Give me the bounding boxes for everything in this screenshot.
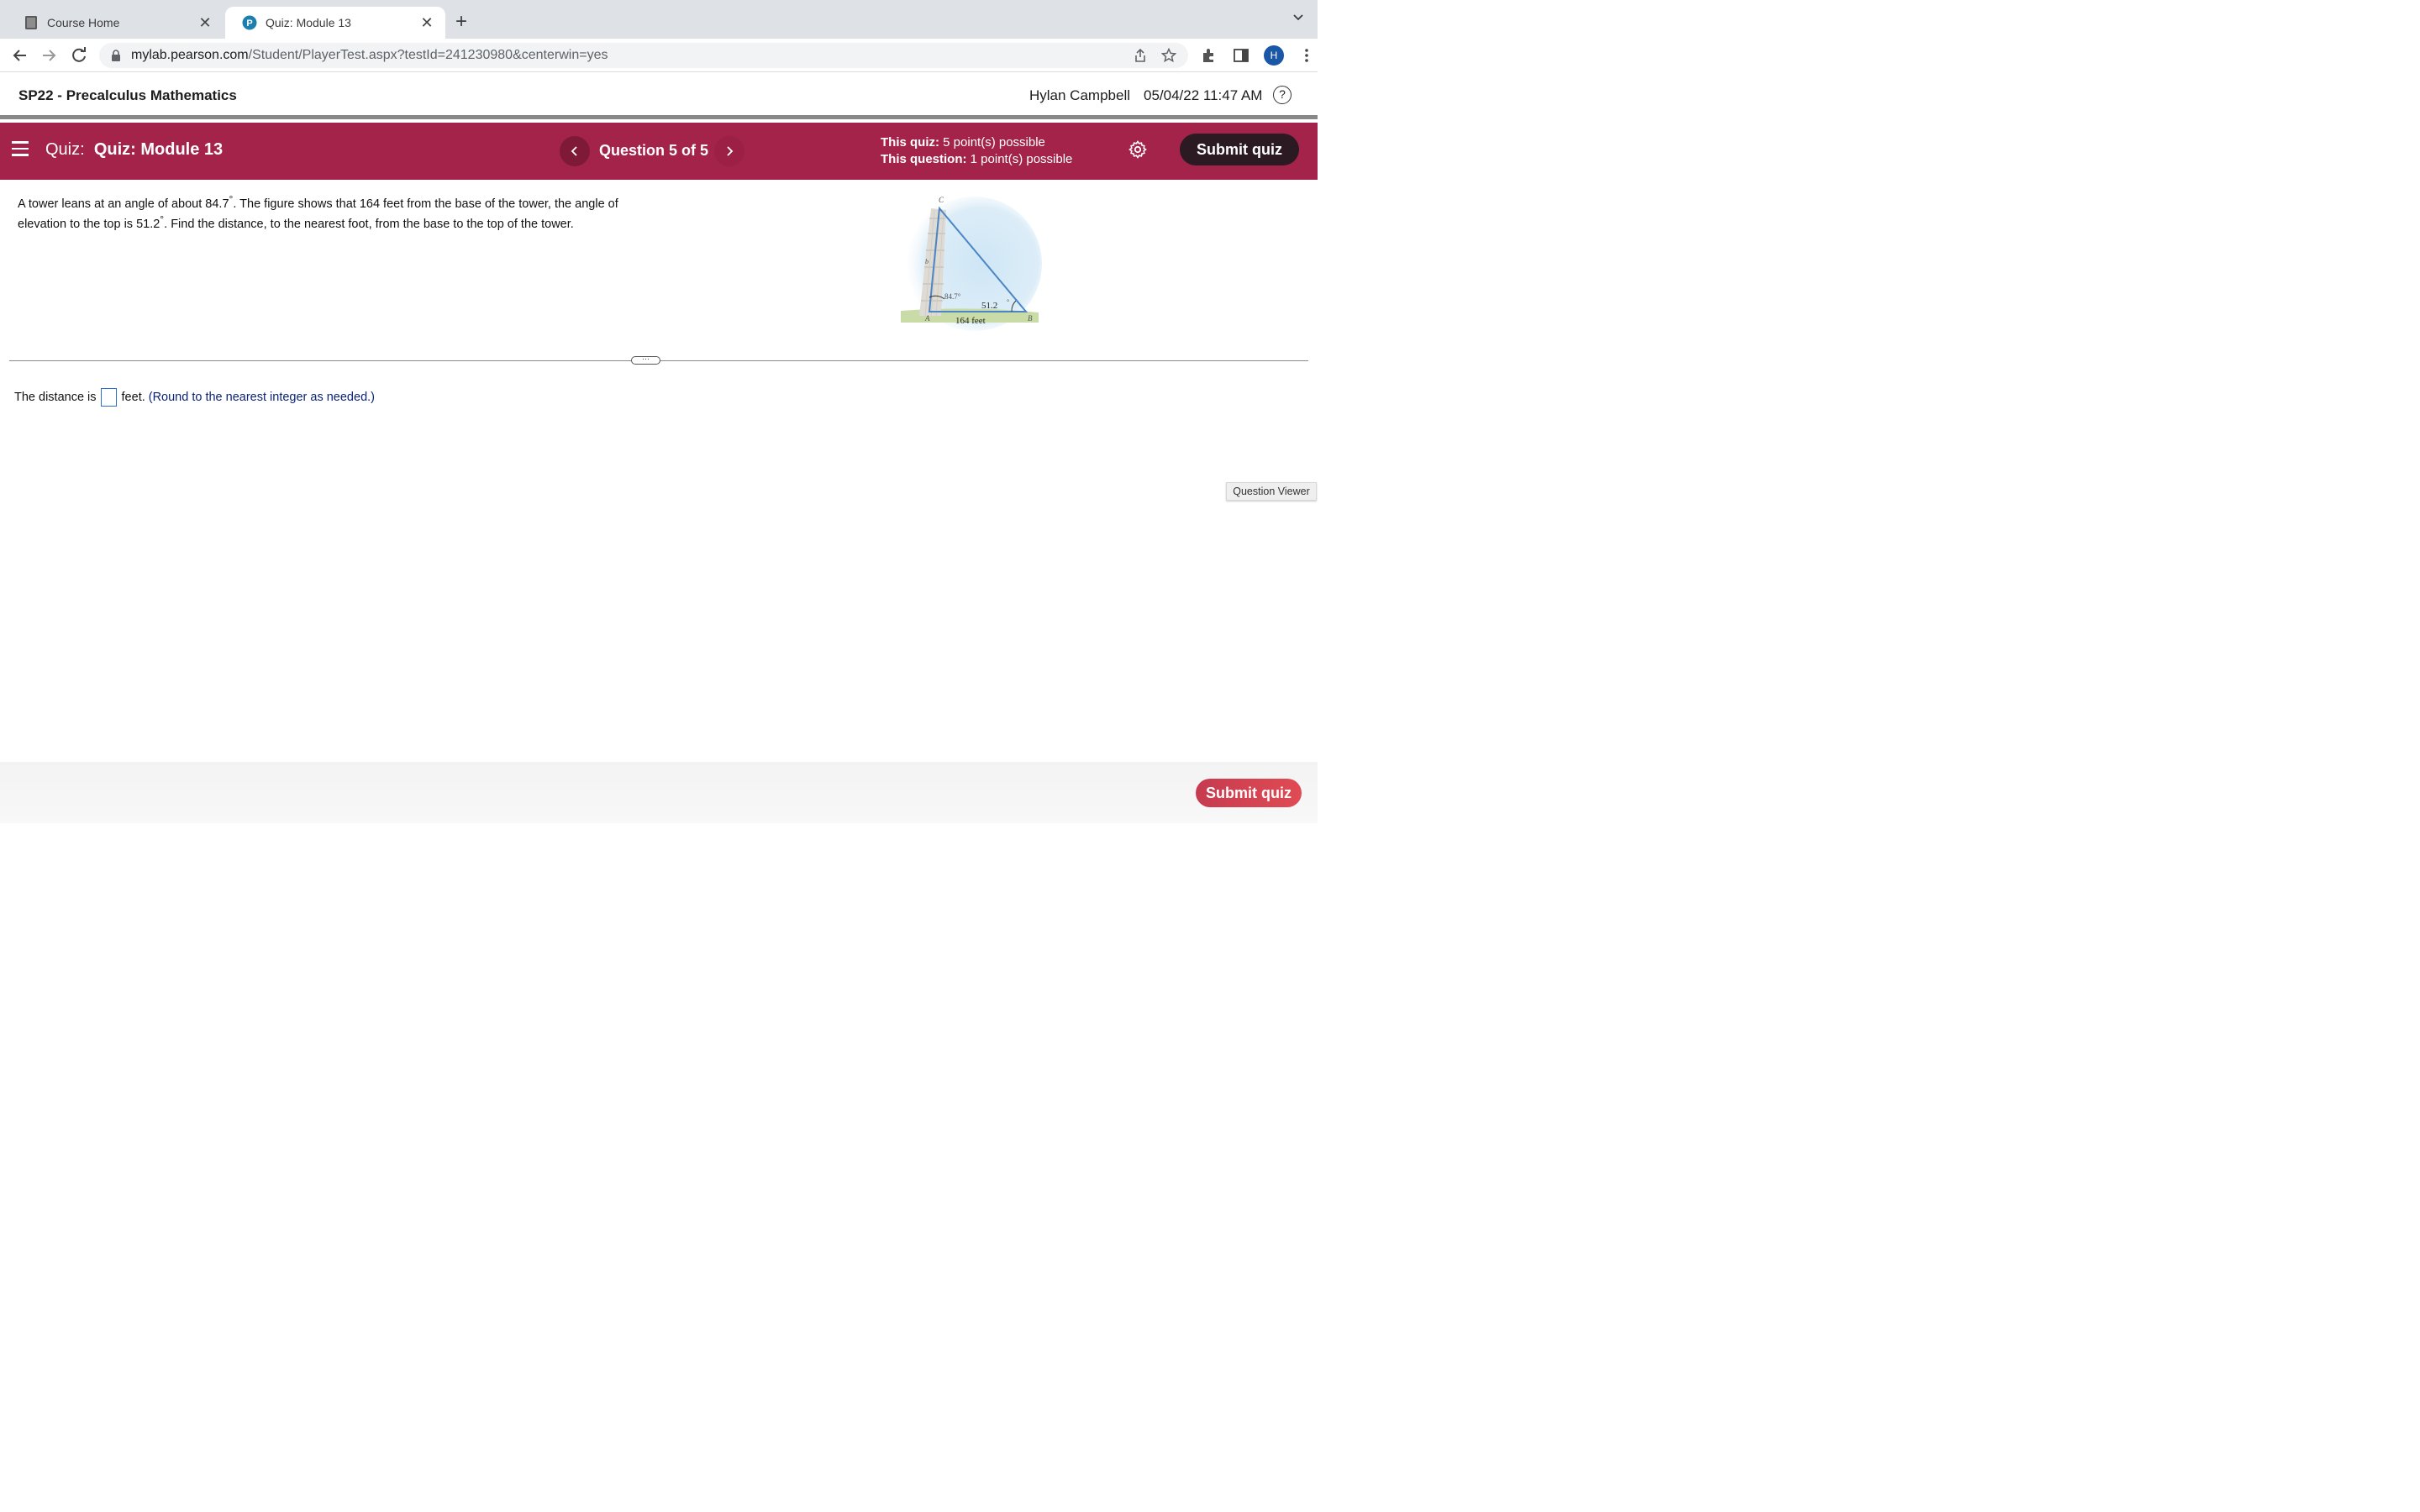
lock-icon[interactable]	[111, 50, 121, 61]
answer-row: The distance is feet. (Round to the near…	[14, 388, 375, 407]
datetime: 05/04/22 11:47 AM	[1144, 87, 1263, 103]
answer-hint: (Round to the nearest integer as needed.…	[148, 391, 375, 404]
book-icon	[25, 16, 37, 29]
profile-avatar[interactable]: H	[1264, 45, 1284, 66]
side-b-label: b	[925, 258, 929, 265]
url-path: /Student/PlayerTest.aspx?testId=24123098…	[248, 48, 608, 62]
tab-course-home[interactable]: Course Home ✕	[7, 7, 224, 39]
hamburger-menu-icon[interactable]	[12, 141, 29, 156]
tab-title: Course Home	[47, 16, 120, 29]
course-title[interactable]: SP22 - Precalculus Mathematics	[18, 87, 237, 104]
question-indicator[interactable]: Question 5 of 5	[599, 142, 708, 160]
back-arrow-icon[interactable]	[10, 45, 30, 66]
course-header: SP22 - Precalculus Mathematics Hylan Cam…	[0, 72, 1318, 119]
angle-a-label: 84.7°	[944, 292, 961, 301]
base-length-label: 164 feet	[955, 316, 986, 326]
angle-b-degree: °	[1007, 298, 1009, 306]
submit-quiz-button-bottom[interactable]: Submit quiz	[1196, 779, 1302, 807]
close-tab-icon[interactable]: ✕	[197, 14, 213, 32]
url-host: mylab.pearson.com	[131, 48, 249, 62]
footer-bar: Submit quiz	[0, 762, 1318, 823]
question-points-value: 1 point(s) possible	[970, 152, 1073, 166]
question-text-part: . Find the distance, to the nearest foot…	[164, 217, 574, 231]
divider-resize-handle[interactable]: ···	[631, 355, 660, 365]
vertex-c-label: C	[939, 196, 944, 204]
vertex-a-label: A	[924, 314, 930, 323]
chevron-right-icon	[727, 146, 734, 156]
reload-icon[interactable]	[69, 45, 89, 66]
forward-arrow-icon[interactable]	[39, 45, 59, 66]
svg-text:P: P	[246, 18, 252, 29]
quiz-points-value: 5 point(s) possible	[943, 135, 1045, 150]
answer-prefix: The distance is	[14, 391, 97, 404]
close-tab-icon[interactable]: ✕	[418, 14, 435, 32]
extensions-puzzle-icon[interactable]	[1200, 46, 1218, 65]
gear-icon[interactable]	[1128, 139, 1148, 160]
answer-input[interactable]	[100, 388, 117, 407]
submit-quiz-button[interactable]: Submit quiz	[1180, 134, 1299, 165]
answer-suffix: feet.	[121, 391, 145, 404]
share-icon[interactable]	[1133, 48, 1148, 63]
quiz-toolbar: Quiz: Quiz: Module 13 Question 5 of 5 Th…	[0, 123, 1318, 180]
chevron-left-icon	[571, 146, 577, 156]
pearson-icon: P	[242, 15, 257, 30]
leaning-tower-figure: C A B b 84.7° 51.2 ° 164 feet	[901, 196, 1042, 331]
tab-title: Quiz: Module 13	[266, 16, 351, 29]
question-text: A tower leans at an angle of about 84.7°…	[18, 192, 639, 232]
browser-tab-strip: Course Home ✕ P Quiz: Module 13 ✕ +	[0, 0, 1318, 39]
quiz-title: Quiz: Quiz: Module 13	[45, 140, 223, 160]
help-icon[interactable]: ?	[1273, 86, 1292, 104]
points-info: This quiz: 5 point(s) possible This ques…	[881, 134, 1072, 168]
chevron-down-icon[interactable]	[1292, 12, 1304, 24]
question-text-part: A tower leans at an angle of about 84.7	[18, 197, 229, 211]
kebab-menu-icon[interactable]	[1297, 46, 1316, 65]
angle-b-label: 51.2	[981, 301, 997, 311]
new-tab-button[interactable]: +	[455, 10, 467, 34]
question-viewer-button[interactable]: Question Viewer	[1226, 482, 1317, 501]
quiz-title-prefix: Quiz:	[45, 140, 85, 159]
tab-quiz-module-13[interactable]: P Quiz: Module 13 ✕	[225, 7, 445, 39]
address-bar[interactable]: mylab.pearson.com/Student/PlayerTest.asp…	[99, 43, 1188, 68]
bookmark-star-icon[interactable]	[1161, 48, 1176, 63]
previous-question-button[interactable]	[560, 136, 590, 166]
quiz-points-label: This quiz:	[881, 135, 939, 150]
quiz-title-name: Quiz: Module 13	[93, 140, 224, 159]
next-question-button[interactable]	[714, 136, 744, 166]
side-panel-icon[interactable]	[1232, 46, 1250, 65]
vertex-b-label: B	[1028, 314, 1033, 323]
browser-toolbar: mylab.pearson.com/Student/PlayerTest.asp…	[0, 39, 1318, 72]
question-points-label: This question:	[881, 152, 967, 166]
user-name: Hylan Campbell	[1029, 87, 1130, 103]
